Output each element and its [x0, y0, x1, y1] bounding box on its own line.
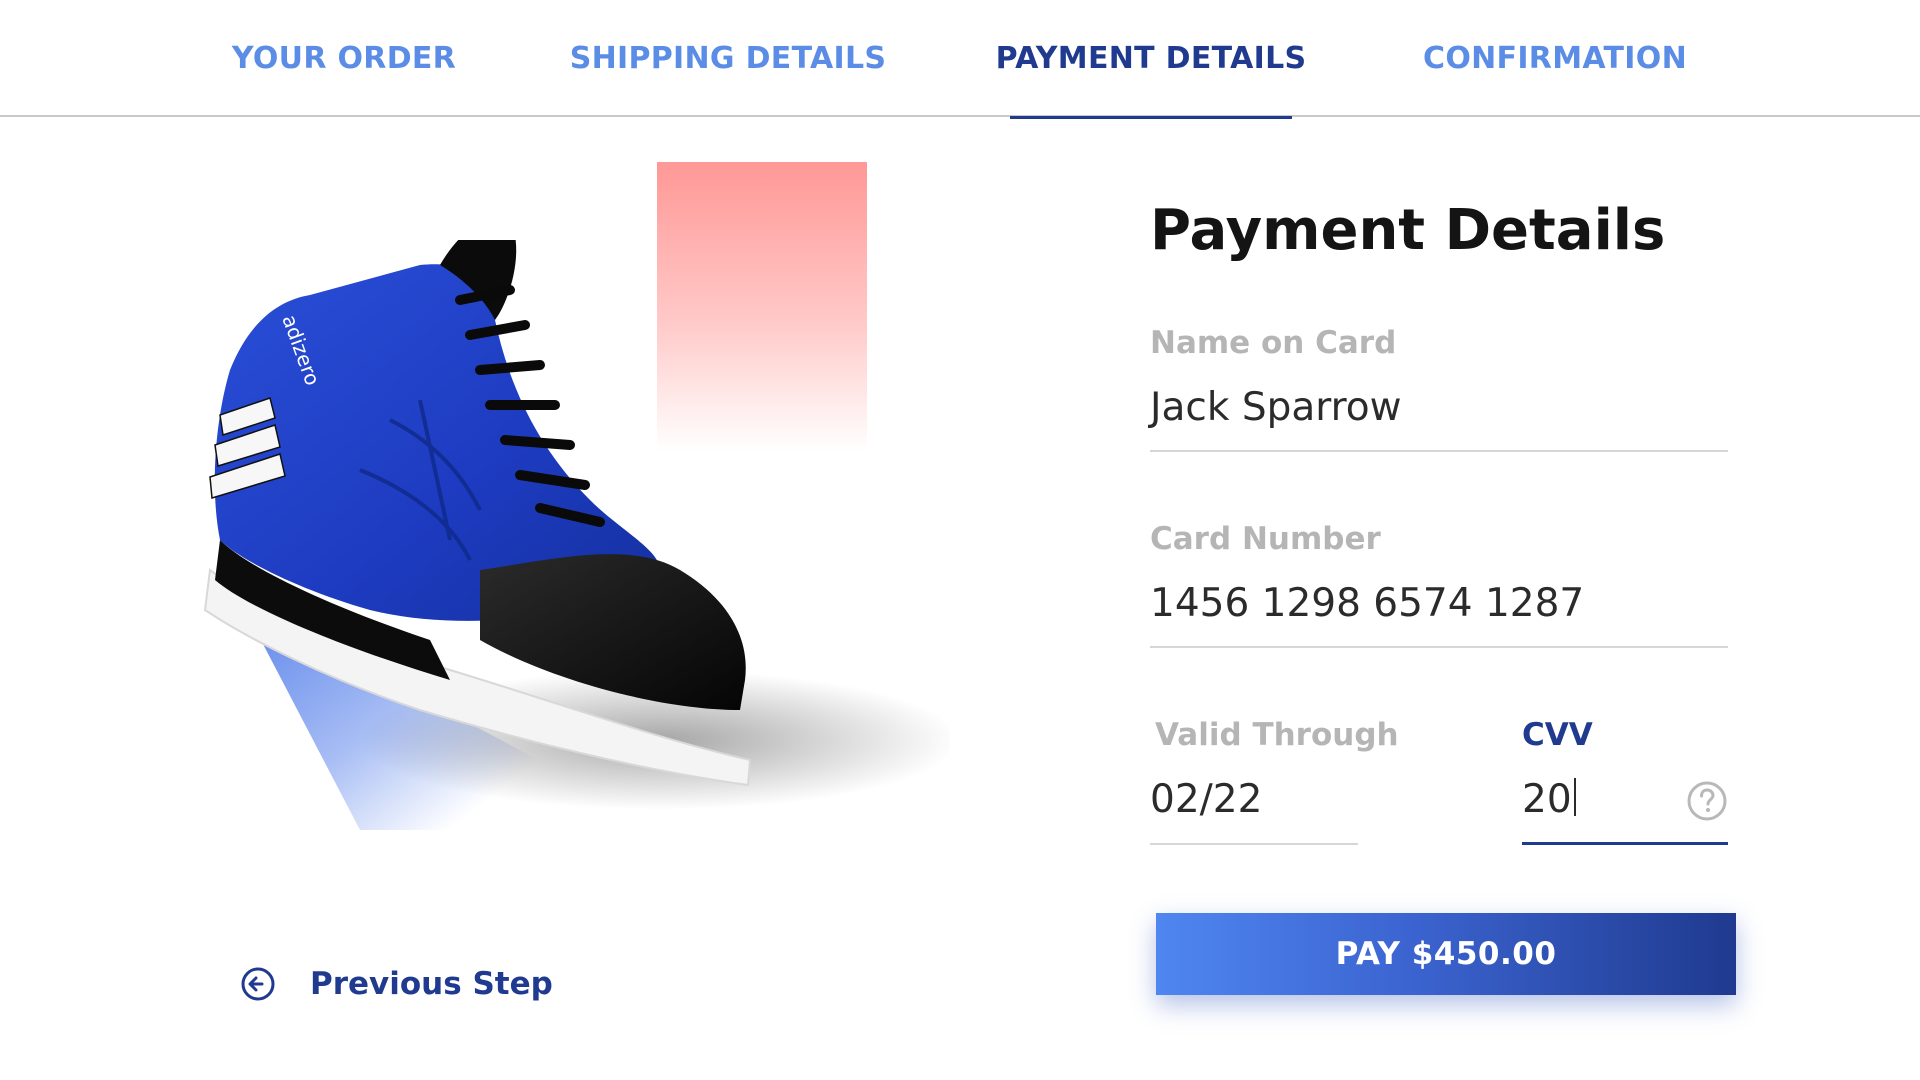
step-payment-details-label: PAYMENT DETAILS [995, 41, 1307, 76]
card-number-underline [1150, 646, 1728, 648]
step-your-order[interactable]: YOUR ORDER [232, 0, 456, 117]
card-number-field[interactable]: 1456 1298 6574 1287 [1150, 581, 1584, 626]
step-shipping-details[interactable]: SHIPPING DETAILS [570, 0, 886, 117]
step-confirmation-label: CONFIRMATION [1423, 41, 1687, 76]
previous-step-link[interactable]: Previous Step [240, 960, 553, 1008]
cvv-label: CVV [1522, 717, 1593, 753]
previous-step-label: Previous Step [310, 966, 553, 1002]
product-shoe-image: adizero [203, 240, 950, 810]
name-on-card-underline [1150, 450, 1728, 452]
name-on-card-field[interactable]: Jack Sparrow [1150, 385, 1402, 430]
step-your-order-label: YOUR ORDER [231, 41, 457, 76]
page-title: Payment Details [1150, 198, 1666, 263]
step-payment-details[interactable]: PAYMENT DETAILS [996, 0, 1306, 119]
cvv-field[interactable]: 20 [1522, 777, 1576, 822]
valid-through-underline [1150, 843, 1358, 845]
question-circle-icon[interactable] [1686, 780, 1728, 822]
step-shipping-details-label: SHIPPING DETAILS [569, 41, 887, 76]
cvv-value: 20 [1522, 777, 1572, 822]
valid-through-label: Valid Through [1155, 717, 1399, 753]
arrow-left-circle-icon [241, 967, 275, 1001]
text-caret [1573, 778, 1576, 816]
pay-button[interactable]: PAY $450.00 [1156, 913, 1736, 995]
cvv-underline [1522, 842, 1728, 845]
step-confirmation[interactable]: CONFIRMATION [1423, 0, 1687, 117]
name-on-card-label: Name on Card [1150, 325, 1397, 361]
card-number-label: Card Number [1150, 521, 1381, 557]
checkout-stepper: YOUR ORDER SHIPPING DETAILS PAYMENT DETA… [0, 0, 1920, 119]
valid-through-field[interactable]: 02/22 [1150, 777, 1262, 822]
active-step-indicator [1010, 116, 1292, 119]
